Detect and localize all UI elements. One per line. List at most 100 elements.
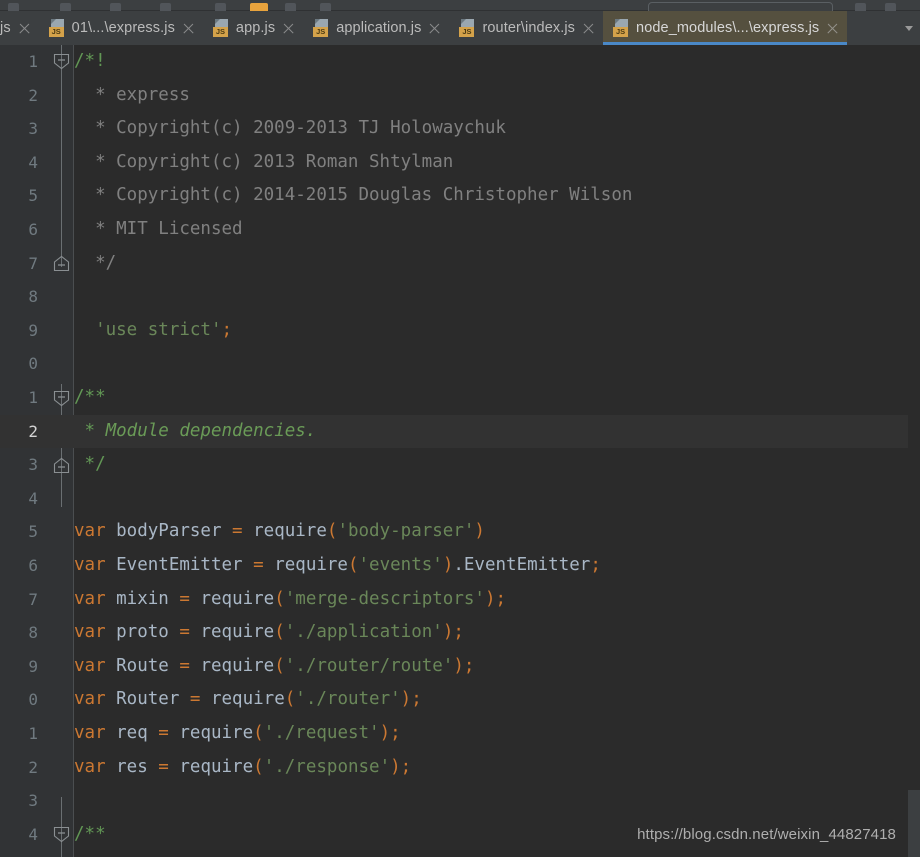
js-file-icon: JS	[613, 19, 630, 37]
line-number: 1	[28, 52, 38, 71]
line-number: 5	[28, 186, 38, 206]
editor-line[interactable]: 3	[0, 784, 920, 818]
editor-tab-node-modules-express-js[interactable]: JS node_modules\...\express.js	[603, 11, 848, 45]
line-number: 7	[28, 589, 38, 609]
editor-tab-bar: js JS 01\...\express.js JS app.js JS app…	[0, 11, 920, 45]
line-content: * Copyright(c) 2009-2013 TJ Holowaychuk	[74, 118, 506, 139]
editor-line[interactable]: 0 var Router = require('./router');	[0, 683, 920, 717]
editor-tab-application-js[interactable]: JS application.js	[303, 11, 449, 45]
editor-tab-01-express-js[interactable]: JS 01\...\express.js	[39, 11, 203, 45]
editor-line[interactable]: 1 /**	[0, 381, 920, 415]
editor-tab-label: router\index.js	[482, 20, 576, 36]
editor-line[interactable]: 7 var mixin = require('merge-descriptors…	[0, 583, 920, 617]
js-file-icon: JS	[48, 19, 66, 37]
toolbar-sliver	[0, 0, 920, 16]
line-content: 'use strict';	[74, 319, 233, 340]
line-number: 1	[28, 388, 38, 407]
editor-tab-label: app.js	[235, 20, 276, 36]
line-content: * express	[74, 84, 190, 105]
line-number: 3	[28, 119, 38, 139]
editor-line[interactable]: 0	[0, 347, 920, 381]
editor-line[interactable]: 9 var Route = require('./router/route');	[0, 650, 920, 684]
js-file-icon: JS	[313, 19, 330, 37]
line-number: 2	[28, 757, 38, 777]
editor-line-current[interactable]: 2 * Module dependencies.	[0, 414, 920, 449]
js-file-icon-badge: JS	[313, 27, 329, 37]
js-file-icon: JS	[212, 19, 230, 37]
line-number: 3	[28, 455, 38, 475]
editor-line[interactable]: 7 */	[0, 247, 920, 281]
line-number: 8	[28, 287, 38, 307]
editor-line[interactable]: 5 * Copyright(c) 2014-2015 Douglas Chris…	[0, 179, 920, 213]
line-number: 4	[28, 824, 38, 844]
close-icon[interactable]	[582, 22, 595, 35]
editor-line[interactable]: 1 /*!	[0, 45, 920, 79]
editor-line[interactable]: 3 */	[0, 448, 920, 482]
line-number: 5	[28, 522, 38, 542]
editor-line[interactable]: 5 var bodyParser = require('body-parser'…	[0, 515, 920, 549]
editor-line[interactable]: 2 var res = require('./response');	[0, 751, 920, 785]
editor-tab-label: application.js	[336, 20, 422, 36]
line-content: */	[74, 252, 117, 273]
ide-window: js JS 01\...\express.js JS app.js JS app…	[0, 0, 920, 857]
line-content: /*!	[74, 51, 106, 71]
editor-line[interactable]: 4 * Copyright(c) 2013 Roman Shtylman	[0, 146, 920, 180]
editor-line[interactable]: 8	[0, 280, 920, 314]
line-content: * MIT Licensed	[74, 219, 243, 239]
editor-line[interactable]: 6 var EventEmitter = require('events').E…	[0, 549, 920, 583]
close-icon[interactable]	[826, 22, 839, 35]
chevron-down-icon	[905, 25, 913, 31]
line-content: /**	[74, 823, 106, 844]
editor-tab-label: node_modules\...\express.js	[636, 20, 820, 36]
editor-tab-js[interactable]: js	[0, 11, 39, 45]
line-number: 1	[28, 724, 38, 743]
close-icon[interactable]	[428, 22, 441, 35]
line-number: 4	[28, 488, 38, 508]
editor-tab-label: 01\...\express.js	[71, 20, 175, 36]
line-content: var bodyParser = require('body-parser')	[74, 521, 485, 542]
line-number: 3	[28, 791, 38, 811]
close-icon[interactable]	[182, 22, 195, 35]
js-file-icon-badge: JS	[613, 27, 629, 37]
line-number: 2	[28, 421, 38, 441]
editor-tab-label: js	[0, 20, 11, 36]
editor-line[interactable]: 9 'use strict';	[0, 314, 920, 348]
editor-line[interactable]: 1 var req = require('./request');	[0, 717, 920, 751]
scrollbar-lower-gap	[908, 790, 920, 857]
editor-tab-app-js[interactable]: JS app.js	[203, 11, 303, 45]
watermark-text: https://blog.csdn.net/weixin_44827418	[637, 826, 896, 843]
line-number: 6	[28, 220, 38, 239]
line-number: 6	[28, 556, 38, 575]
line-number: 7	[28, 253, 38, 273]
line-content: * Copyright(c) 2014-2015 Douglas Christo…	[74, 185, 633, 206]
line-content: /**	[74, 387, 106, 407]
line-number: 0	[28, 690, 38, 710]
editor-line[interactable]: 2 * express	[0, 79, 920, 113]
line-content: var req = require('./request');	[74, 723, 401, 743]
js-file-icon-badge: JS	[212, 27, 228, 37]
line-content: */	[74, 454, 106, 475]
line-number: 9	[28, 656, 38, 676]
line-content: var EventEmitter = require('events').Eve…	[74, 555, 601, 575]
line-number: 8	[28, 623, 38, 643]
line-content: var proto = require('./application');	[74, 622, 464, 643]
editor-line[interactable]: 6 * MIT Licensed	[0, 213, 920, 247]
tab-overflow-button[interactable]	[901, 11, 920, 45]
close-icon[interactable]	[282, 22, 295, 35]
editor-tab-router-index-js[interactable]: JS router\index.js	[449, 11, 603, 45]
line-number: 4	[28, 152, 38, 172]
line-number: 0	[28, 354, 38, 374]
editor-line[interactable]: 8 var proto = require('./application');	[0, 616, 920, 650]
line-content: var res = require('./response');	[74, 756, 412, 777]
js-file-icon: JS	[459, 19, 476, 37]
line-content: * Module dependencies.	[74, 420, 317, 441]
editor-line[interactable]: 4	[0, 482, 920, 516]
line-content: var mixin = require('merge-descriptors')…	[74, 588, 507, 609]
js-file-icon-badge: JS	[48, 27, 64, 37]
code-editor[interactable]: 1 /*! 2 * express 3 * Copyright(c) 2009-…	[0, 45, 920, 857]
line-content: var Route = require('./router/route');	[74, 655, 475, 676]
editor-scrollbar-track[interactable]	[908, 45, 920, 857]
close-icon[interactable]	[18, 22, 31, 35]
editor-line[interactable]: 3 * Copyright(c) 2009-2013 TJ Holowaychu…	[0, 112, 920, 146]
line-content: * Copyright(c) 2013 Roman Shtylman	[74, 151, 454, 172]
